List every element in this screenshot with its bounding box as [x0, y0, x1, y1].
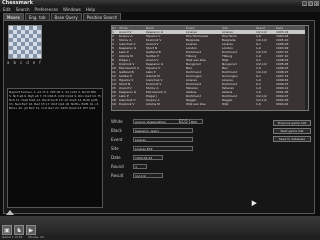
table-cell: Wijk aan Zee — [186, 102, 206, 106]
next-game-button[interactable]: Next game hist — [273, 128, 311, 134]
taskbar-icons: ▣ ♞ ▶ — [2, 225, 36, 235]
date-field[interactable]: 1993.02.23 — [133, 154, 163, 160]
tab-eng[interactable]: Eng. tab — [24, 13, 50, 20]
minimize-icon[interactable]: _ — [302, 1, 307, 6]
table-row[interactable]: 19 Kramnik V Adams M Wijk aan Zee Wijk 1-0 200… — [112, 102, 308, 106]
status-bar: Game 1 of 19 Moves: 23 — [0, 235, 320, 240]
table-cell: Adams M — [146, 102, 160, 106]
previous-game-button[interactable]: Previous game hist — [273, 120, 311, 126]
close-icon[interactable]: × — [314, 1, 319, 6]
table-cell: Wijk — [222, 102, 229, 106]
round-label: Round — [111, 163, 124, 169]
board-icon[interactable]: ♞ — [14, 225, 24, 235]
maximize-icon[interactable]: □ — [308, 1, 313, 6]
move-line: Bh4+ 20. g3 Be7 21. O-O Ra7 22. Rbf3 Qxa… — [9, 106, 96, 110]
table-cell: 2004.01 — [276, 102, 289, 106]
folder-icon[interactable]: ▣ — [2, 225, 12, 235]
game-list-scrollbar[interactable] — [305, 26, 308, 110]
arrow-up-icon[interactable] — [6, 210, 14, 215]
board-file-labels: a b c d e f — [7, 60, 41, 65]
table-cell: 1-0 — [256, 102, 261, 106]
result-field[interactable]: 1/2-1/2 — [133, 172, 163, 178]
file-label: e — [32, 60, 36, 65]
menu-windows[interactable]: Windows — [63, 7, 81, 12]
status-left: Game 1 of 19 — [2, 235, 23, 239]
file-label: d — [26, 60, 29, 65]
chess-board[interactable] — [8, 25, 42, 59]
game-list[interactable]: No White Black Event Site Result Date 1A… — [111, 25, 309, 111]
game-details-form: White Anand, Viswanathan Black Kasparov,… — [111, 118, 271, 210]
black-field[interactable]: Kasparov, Garry — [133, 127, 193, 133]
play-icon[interactable]: ▶ — [26, 225, 36, 235]
window-controls: _ □ × — [302, 1, 319, 6]
file-label: c — [20, 60, 23, 65]
table-cell: 19 — [112, 102, 116, 106]
tab-strip: Moves Eng. tab Base Query Position Searc… — [3, 13, 122, 20]
title-bar — [0, 0, 320, 7]
menu-search[interactable]: Search — [16, 7, 30, 12]
file-label: f — [39, 60, 41, 65]
round-field[interactable]: 3 — [133, 163, 147, 169]
event-field[interactable]: Linares — [133, 136, 193, 142]
status-right: Moves: 23 — [28, 235, 44, 239]
result-label: Result — [111, 172, 124, 178]
tab-moves[interactable]: Moves — [3, 13, 24, 20]
file-label: a — [7, 60, 10, 65]
menu-bar: Edit Search Preferences Windows Help — [0, 7, 320, 12]
save-to-database-button[interactable]: Save to database — [273, 136, 311, 142]
white-label: White — [111, 118, 123, 124]
site-label: Site — [111, 145, 119, 151]
game-list-body: 1 Anand V Kasparov G Linares Linares 1/2-1/2 1… — [112, 30, 308, 106]
menu-help[interactable]: Help — [86, 7, 95, 12]
eco-field[interactable]: B90 — [189, 118, 203, 124]
tab-position-search[interactable]: Position Search — [82, 13, 122, 20]
tab-base-query[interactable]: Base Query — [50, 13, 82, 20]
eco-label: ECO — [179, 118, 188, 124]
black-label: Black — [111, 127, 122, 133]
file-label: b — [13, 60, 16, 65]
site-field[interactable]: Linares ESP — [133, 145, 193, 151]
board-square[interactable] — [37, 54, 41, 58]
move-text-panel[interactable]: Najdorf Sicilian: 1. e4 c5 2. Nf3 d6 3. … — [7, 88, 103, 208]
table-cell: Kramnik V — [119, 102, 135, 106]
menu-preferences[interactable]: Preferences — [35, 7, 59, 12]
window-title: Chessmark — [2, 0, 33, 6]
date-label: Date — [111, 154, 121, 160]
event-label: Event — [111, 136, 123, 142]
menu-edit[interactable]: Edit — [3, 7, 11, 12]
